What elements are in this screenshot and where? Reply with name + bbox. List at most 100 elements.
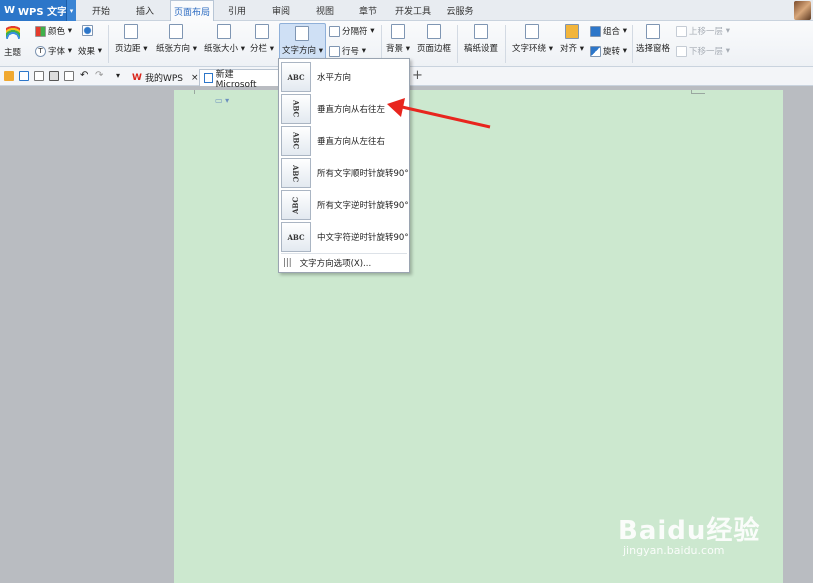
columns-button[interactable]: 分栏 ▾ — [250, 24, 274, 54]
bring-forward-label: 上移一层 — [689, 27, 724, 37]
bring-forward-button[interactable]: 上移一层 ▾ — [676, 25, 730, 37]
new-tab-icon[interactable]: + — [412, 68, 423, 83]
wps-logo-icon: W — [4, 5, 16, 16]
page-border-button[interactable]: 页面边框 — [417, 24, 451, 54]
watermark-brand: Baidu经验 — [618, 516, 761, 546]
align-button[interactable]: 对齐 ▾ — [560, 24, 584, 54]
text-vertical-rtl-icon: ABC — [281, 94, 311, 124]
menu-item-vertical-rtl[interactable]: ABC 垂直方向从右往左 — [279, 93, 409, 125]
cjk-rotate-ccw-icon: ABC — [281, 222, 311, 252]
group-label: 组合 — [603, 27, 621, 37]
send-backward-button[interactable]: 下移一层 ▾ — [676, 45, 730, 57]
menu-item-label: 所有文字顺时针旋转90° — [317, 169, 409, 179]
color-label: 颜色 — [48, 27, 66, 37]
group-icon — [590, 25, 601, 37]
chevron-down-icon[interactable]: ▾ — [66, 0, 76, 21]
effect-icon — [82, 25, 93, 36]
text-direction-options-label: 文字方向选项(X)... — [299, 259, 372, 269]
breaks-button[interactable]: 分隔符 ▾ — [329, 25, 374, 37]
draft-paper-icon — [474, 24, 488, 39]
menu-item-rotate-cw[interactable]: ABC 所有文字顺时针旋转90° — [279, 157, 409, 189]
menu-item-cjk-rotate[interactable]: ABC 中文字符逆时针旋转90° — [279, 221, 409, 253]
font-button[interactable]: T 字体 ▾ — [35, 45, 72, 57]
wrap-text-button[interactable]: 文字环绕 ▾ — [512, 24, 553, 54]
menu-item-vertical-ltr[interactable]: ABC 垂直方向从左往右 — [279, 125, 409, 157]
chevron-down-icon: ▾ — [723, 46, 730, 56]
text-direction-label: 文字方向 — [282, 46, 317, 56]
divider — [505, 25, 506, 63]
tab-cloud[interactable]: 云服务 — [443, 0, 477, 21]
effect-label: 效果 — [78, 47, 96, 57]
chevron-down-icon[interactable]: ▾ — [116, 71, 126, 81]
export-icon[interactable] — [34, 71, 44, 81]
columns-label: 分栏 — [250, 44, 268, 54]
line-numbers-button[interactable]: 行号 ▾ — [329, 45, 366, 57]
tab-page-layout[interactable]: 页面布局 — [170, 0, 214, 22]
theme-button[interactable]: 主题 — [4, 24, 21, 58]
tab-insert[interactable]: 插入 — [130, 0, 160, 21]
margins-button[interactable]: 页边距 ▾ — [115, 24, 147, 54]
rainbow-icon — [5, 24, 20, 39]
bring-forward-icon — [676, 25, 687, 37]
app-menu-button[interactable]: W WPS 文字 ▾ — [0, 0, 76, 21]
tab-my-wps[interactable]: W 我的WPS × — [128, 69, 203, 86]
columns-icon — [254, 24, 269, 39]
tab-review[interactable]: 审阅 — [266, 0, 296, 21]
redo-icon[interactable]: ↷ — [95, 71, 105, 81]
text-vertical-ltr-icon: ABC — [281, 126, 311, 156]
background-button[interactable]: 背景 ▾ — [386, 24, 410, 54]
font-t-icon: T — [35, 45, 46, 57]
palette-icon — [35, 25, 46, 37]
chevron-down-icon: ▾ — [367, 26, 375, 36]
print-preview-icon[interactable] — [64, 71, 74, 81]
text-direction-options[interactable]: ||| 文字方向选项(X)... — [283, 255, 371, 271]
menu-item-rotate-ccw[interactable]: ABC 所有文字逆时针旋转90° — [279, 189, 409, 221]
group-button[interactable]: 组合 ▾ — [590, 25, 627, 37]
menu-item-label: 中文字符逆时针旋转90° — [317, 233, 409, 243]
background-icon — [390, 24, 405, 39]
chevron-down-icon: ▾ — [95, 46, 102, 56]
effect-icon-button[interactable] — [82, 25, 95, 36]
text-rotate-ccw-icon: ABC — [281, 190, 311, 220]
tab-view[interactable]: 视图 — [310, 0, 340, 21]
orientation-icon — [169, 24, 184, 39]
menu-item-horizontal[interactable]: ABC 水平方向 — [279, 61, 409, 93]
save-icon[interactable] — [19, 71, 29, 81]
align-icon — [564, 24, 579, 39]
background-label: 背景 — [386, 44, 404, 54]
text-direction-button[interactable]: 文字方向 ▾ — [279, 23, 326, 63]
baidu-watermark: Baidu经验 jingyan.baidu.com — [618, 510, 761, 557]
print-icon[interactable] — [49, 71, 59, 81]
selection-pane-button[interactable]: 选择窗格 — [636, 24, 670, 54]
line-numbers-icon — [329, 45, 340, 57]
undo-icon[interactable]: ↶ — [80, 71, 90, 81]
tab-references[interactable]: 引用 — [222, 0, 252, 21]
tab-section[interactable]: 章节 — [353, 0, 383, 21]
size-button[interactable]: 纸张大小 ▾ — [204, 24, 245, 54]
theme-label: 主题 — [4, 48, 22, 58]
rotate-button[interactable]: 旋转 ▾ — [590, 45, 627, 57]
draft-settings-button[interactable]: 稿纸设置 — [464, 24, 498, 54]
menu-item-label: 垂直方向从左往右 — [317, 137, 386, 147]
divider — [457, 25, 458, 63]
avatar[interactable] — [794, 1, 811, 20]
close-icon[interactable]: × — [191, 73, 199, 83]
wrap-text-label: 文字环绕 — [512, 44, 547, 54]
tab-home[interactable]: 开始 — [86, 0, 116, 21]
selection-pane-icon — [646, 24, 660, 39]
send-backward-label: 下移一层 — [689, 47, 724, 57]
chevron-down-icon: ▾ — [359, 46, 366, 56]
text-direction-menu: ABC 水平方向 ABC 垂直方向从右往左 ABC 垂直方向从左往右 ABC 所… — [278, 58, 410, 273]
orientation-button[interactable]: 纸张方向 ▾ — [156, 24, 197, 54]
align-label: 对齐 — [560, 44, 578, 54]
paste-options-icon[interactable]: ▭ ▾ — [215, 96, 229, 105]
effect-button[interactable]: 效果 ▾ — [78, 45, 102, 57]
tab-current-document[interactable]: 新建 Microsoft — [199, 69, 279, 90]
rotate-icon — [590, 45, 601, 57]
open-folder-icon[interactable] — [4, 71, 14, 81]
tab-developer[interactable]: 开发工具 — [393, 0, 433, 21]
color-button[interactable]: 颜色 ▾ — [35, 25, 72, 37]
chevron-down-icon: ▾ — [723, 26, 730, 36]
wps-logo-icon: W — [132, 72, 142, 83]
line-numbers-label: 行号 — [342, 47, 360, 57]
